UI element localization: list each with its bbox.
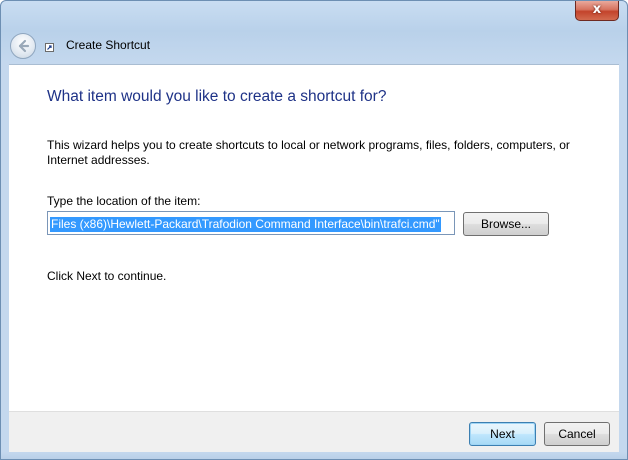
wizard-footer: Next Cancel: [9, 411, 619, 453]
location-input-value: Files (x86)\Hewlett-Packard\Trafodion Co…: [50, 217, 441, 232]
create-shortcut-window: x Create Shortcut What item would you li…: [0, 0, 628, 460]
title-bar: x Create Shortcut: [1, 1, 627, 63]
shortcut-icon: [45, 43, 54, 52]
back-arrow-icon: [18, 39, 30, 53]
cancel-button[interactable]: Cancel: [544, 422, 610, 446]
page-heading: What item would you like to create a sho…: [47, 88, 387, 105]
next-button[interactable]: Next: [469, 422, 536, 446]
back-button[interactable]: [10, 33, 36, 59]
continue-instruction: Click Next to continue.: [47, 269, 167, 283]
close-icon: x: [592, 2, 602, 17]
browse-button[interactable]: Browse...: [463, 212, 549, 236]
location-input[interactable]: Files (x86)\Hewlett-Packard\Trafodion Co…: [47, 211, 455, 235]
wizard-content: What item would you like to create a sho…: [9, 64, 619, 412]
window-title: Create Shortcut: [66, 38, 151, 52]
location-label: Type the location of the item:: [47, 194, 201, 208]
wizard-description: This wizard helps you to create shortcut…: [47, 138, 570, 167]
close-button[interactable]: x: [575, 1, 619, 21]
window-bottom-border: [1, 452, 627, 459]
